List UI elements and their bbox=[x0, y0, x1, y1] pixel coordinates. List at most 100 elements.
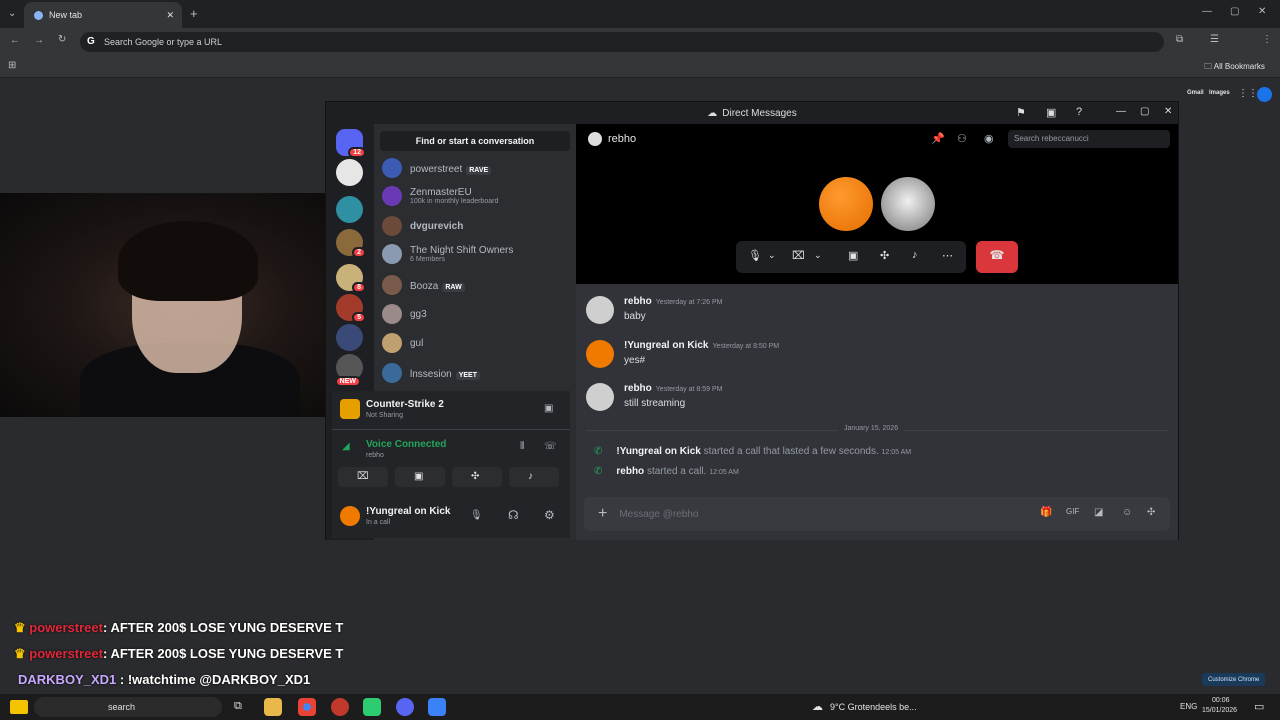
dm-item[interactable]: gul bbox=[382, 329, 572, 357]
chat-header-name[interactable]: rebho bbox=[608, 133, 636, 145]
user-status: In a call bbox=[366, 519, 391, 526]
reading-list-icon[interactable]: ☰ bbox=[1210, 34, 1219, 45]
share-screen-icon[interactable]: ▣ bbox=[544, 403, 553, 414]
close-window-icon[interactable]: ✕ bbox=[1258, 6, 1266, 17]
server-icon[interactable]: NEW bbox=[334, 354, 363, 387]
participant-avatar[interactable] bbox=[819, 177, 873, 231]
camera-off-button[interactable]: ⌧ bbox=[338, 467, 388, 487]
app-icon[interactable] bbox=[363, 698, 381, 716]
minimize-icon[interactable]: — bbox=[1202, 6, 1212, 17]
dc-maximize-icon[interactable]: ▢ bbox=[1140, 106, 1149, 117]
gmail-link[interactable]: Gmail bbox=[1187, 90, 1204, 96]
sticker-icon[interactable]: ◪ bbox=[1094, 507, 1103, 518]
dc-minimize-icon[interactable]: — bbox=[1116, 106, 1126, 117]
maximize-icon[interactable]: ▢ bbox=[1230, 6, 1239, 17]
mic-icon[interactable]: 🎙 bbox=[748, 249, 762, 262]
taskbar-search[interactable]: search bbox=[34, 697, 222, 717]
search-input[interactable]: Search rebeccanucci bbox=[1008, 130, 1170, 148]
dm-item[interactable]: powerstreet RAVE bbox=[382, 154, 572, 182]
emoji-icon[interactable]: ☺ bbox=[1122, 507, 1132, 518]
activities-icon[interactable]: ✣ bbox=[880, 249, 889, 262]
forward-icon[interactable]: → bbox=[34, 35, 44, 46]
gift-icon[interactable]: 🎁 bbox=[1040, 507, 1052, 518]
browser-tab[interactable]: New tab ✕ bbox=[24, 2, 182, 28]
chrome-icon[interactable] bbox=[298, 698, 316, 716]
dm-item[interactable]: The Night Shift Owners 6 Members bbox=[382, 240, 572, 268]
chevron-down-icon[interactable]: ⌄ bbox=[814, 250, 822, 261]
hang-up-button[interactable]: ☎ bbox=[976, 241, 1018, 273]
tab-search-icon[interactable]: ⌄ bbox=[8, 8, 16, 19]
clock-time[interactable]: 00:06 bbox=[1212, 697, 1230, 704]
screen-icon[interactable]: ▣ bbox=[1046, 106, 1056, 119]
server-icon[interactable] bbox=[336, 159, 363, 186]
server-icon[interactable]: 2 bbox=[336, 229, 366, 258]
home-button[interactable]: 12 bbox=[336, 129, 366, 158]
noise-icon[interactable]: ⦀ bbox=[520, 441, 524, 452]
dm-item[interactable]: ZenmasterEU 100k in monthly leaderboard bbox=[382, 182, 572, 210]
settings-icon[interactable]: ⚙ bbox=[544, 508, 555, 522]
images-link[interactable]: Images bbox=[1209, 90, 1230, 96]
soundboard-button[interactable]: ♪ bbox=[509, 467, 559, 487]
screen-share-icon[interactable]: ▣ bbox=[848, 249, 858, 262]
camera-off-icon[interactable]: ⌧ bbox=[792, 249, 805, 262]
new-tab-icon[interactable]: + bbox=[190, 6, 198, 21]
customize-chrome-button[interactable]: Customize Chrome bbox=[1202, 673, 1266, 686]
apps-icon[interactable]: ✣ bbox=[1147, 507, 1155, 518]
dm-item[interactable]: gg3 bbox=[382, 300, 572, 328]
dm-item[interactable]: Booza RAW bbox=[382, 271, 572, 299]
app-icon[interactable] bbox=[331, 698, 349, 716]
gif-icon[interactable]: GIF bbox=[1066, 507, 1079, 516]
message-composer[interactable]: + Message @rebho 🎁 GIF ◪ ☺ ✣ bbox=[584, 497, 1170, 531]
disconnect-icon[interactable]: ☏ bbox=[544, 441, 557, 452]
headphones-icon[interactable]: ☊ bbox=[508, 508, 519, 522]
all-bookmarks[interactable]: 🗀 All Bookmarks bbox=[1204, 61, 1265, 75]
server-icon[interactable] bbox=[336, 196, 363, 223]
profile-toggle-icon[interactable]: ◉ bbox=[984, 132, 994, 145]
avatar[interactable] bbox=[586, 296, 614, 324]
dc-close-icon[interactable]: ✕ bbox=[1164, 106, 1172, 117]
extensions-icon[interactable]: ⧉ bbox=[1176, 34, 1183, 45]
add-attachment-icon[interactable]: + bbox=[598, 505, 607, 523]
avatar[interactable] bbox=[586, 340, 614, 368]
avatar bbox=[382, 158, 402, 178]
participant-avatar[interactable] bbox=[881, 177, 935, 231]
app-icon[interactable] bbox=[428, 698, 446, 716]
server-icon[interactable] bbox=[336, 324, 363, 351]
language-indicator[interactable]: ENG bbox=[1180, 702, 1197, 711]
notification-icon[interactable]: ▭ bbox=[1254, 700, 1264, 713]
back-icon[interactable]: ← bbox=[10, 35, 20, 46]
taskbar: search ⧉ ☁ 9°C Grotendeels be... ENG 00:… bbox=[0, 694, 1280, 720]
omnibox[interactable]: G Search Google or type a URL bbox=[80, 32, 1164, 52]
clock-date[interactable]: 15/01/2026 bbox=[1202, 707, 1237, 714]
dm-item[interactable]: dvgurevich bbox=[382, 212, 572, 240]
server-icon[interactable]: 5 bbox=[336, 294, 366, 323]
add-friend-icon[interactable]: ⚇ bbox=[957, 132, 967, 145]
pin-icon[interactable]: 📌 bbox=[931, 132, 945, 145]
find-conversation-button[interactable]: Find or start a conversation bbox=[380, 131, 570, 151]
dm-item[interactable]: lnssesion YEET bbox=[382, 359, 572, 387]
menu-icon[interactable]: ⋮ bbox=[1262, 34, 1272, 45]
help-icon[interactable]: ? bbox=[1076, 106, 1082, 118]
account-avatar[interactable] bbox=[1257, 87, 1272, 102]
google-apps-icon[interactable]: ⋮⋮ bbox=[1238, 88, 1258, 99]
chevron-down-icon[interactable]: ⌄ bbox=[768, 250, 776, 261]
inbox-icon[interactable]: ⚑ bbox=[1016, 106, 1026, 119]
reload-icon[interactable]: ↻ bbox=[58, 34, 66, 45]
widget-icon[interactable] bbox=[10, 700, 28, 714]
user-avatar[interactable] bbox=[340, 506, 360, 526]
voice-channel[interactable]: rebho bbox=[366, 452, 384, 459]
weather-text[interactable]: 9°C Grotendeels be... bbox=[830, 702, 917, 712]
server-icon[interactable]: 8 bbox=[336, 264, 366, 293]
close-tab-icon[interactable]: ✕ bbox=[166, 10, 174, 21]
screen-share-button[interactable]: ▣ bbox=[395, 467, 445, 487]
file-explorer-icon[interactable] bbox=[264, 698, 282, 716]
avatar[interactable] bbox=[586, 383, 614, 411]
apps-icon[interactable]: ⊞ bbox=[8, 60, 16, 71]
chat-line: DARKBOY_XD1 : !watchtime @DARKBOY_XD1 bbox=[18, 672, 311, 687]
mic-icon[interactable]: 🎙 bbox=[470, 510, 483, 521]
discord-icon[interactable] bbox=[396, 698, 414, 716]
activities-button[interactable]: ✣ bbox=[452, 467, 502, 487]
more-icon[interactable]: ⋯ bbox=[942, 249, 953, 262]
soundboard-icon[interactable]: ♪ bbox=[912, 249, 918, 261]
task-view-icon[interactable]: ⧉ bbox=[234, 700, 242, 713]
